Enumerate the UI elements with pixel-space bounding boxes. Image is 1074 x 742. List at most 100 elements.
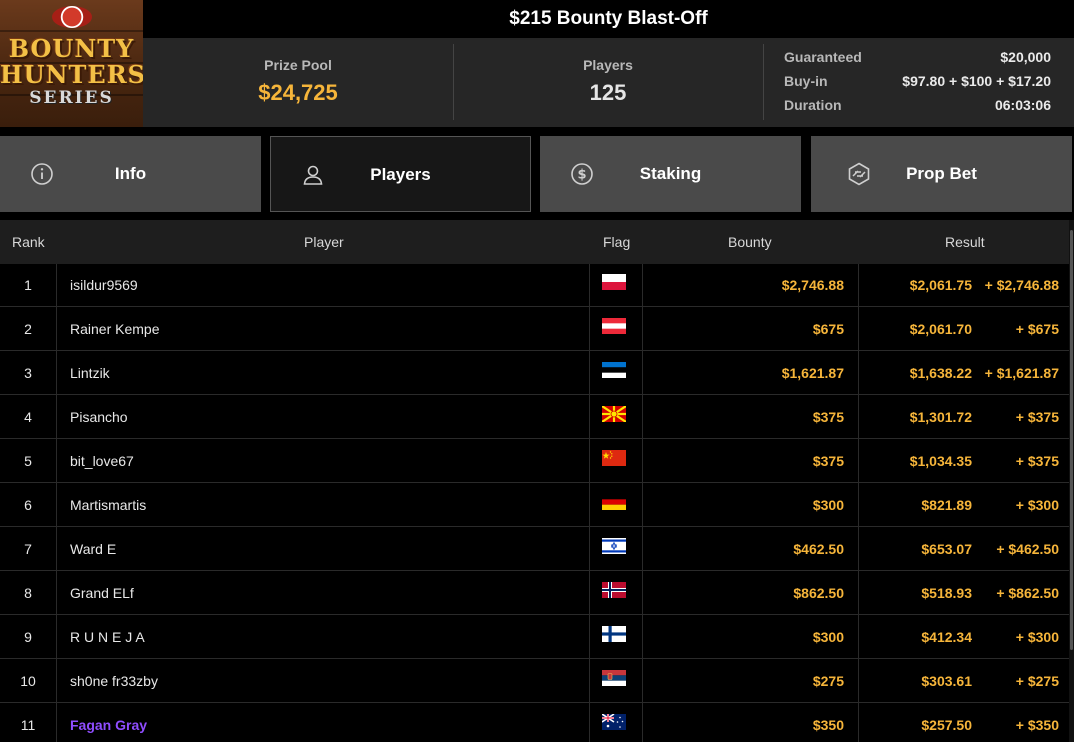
column-header-player[interactable]: Player xyxy=(304,234,344,250)
player-name[interactable]: R U N E J A xyxy=(70,616,145,659)
result-bounty: + $300 xyxy=(1015,497,1059,513)
rank-cell: 8 xyxy=(24,585,32,601)
tournament-details: Guaranteed $20,000 Buy-in $97.80 + $100 … xyxy=(763,38,1074,127)
player-name[interactable]: Lintzik xyxy=(70,352,110,395)
tab-prop-bet[interactable]: Prop Bet xyxy=(811,136,1072,212)
result-bounty: + $300 xyxy=(1015,629,1059,645)
prize-pool-value: $24,725 xyxy=(258,80,338,105)
bounty-cell: $350 xyxy=(812,717,844,733)
tab-staking[interactable]: $ Staking xyxy=(540,136,801,212)
detail-label: Buy-in xyxy=(784,73,828,89)
rank-cell: 5 xyxy=(24,453,32,469)
players-value: 125 xyxy=(589,80,627,105)
result-bounty: + $862.50 xyxy=(996,585,1059,601)
china-flag-icon xyxy=(602,450,626,466)
players-stat: Players 125 xyxy=(453,38,763,127)
detail-label: Guaranteed xyxy=(784,49,862,65)
rank-cell: 6 xyxy=(24,497,32,513)
rank-cell: 10 xyxy=(20,673,36,689)
table-row[interactable]: 7 Ward E $462.50 $653.07 + $462.50 xyxy=(0,528,1069,571)
result-bounty: + $675 xyxy=(1015,321,1059,337)
table-row[interactable]: 1 isildur9569 $2,746.88 $2,061.75 + $2,7… xyxy=(0,264,1069,307)
table-header: Rank Player Flag Bounty Result xyxy=(0,220,1069,264)
finland-flag-icon xyxy=(602,626,626,642)
column-header-rank[interactable]: Rank xyxy=(12,234,45,250)
detail-duration: Duration 06:03:06 xyxy=(784,97,1051,119)
players-table: Rank Player Flag Bounty Result 1 isildur… xyxy=(0,220,1069,742)
bounty-cell: $675 xyxy=(812,321,844,337)
result-bounty: + $462.50 xyxy=(996,541,1059,557)
result-bounty: + $375 xyxy=(1015,453,1059,469)
column-header-flag[interactable]: Flag xyxy=(603,234,630,250)
bounty-cell: $375 xyxy=(812,453,844,469)
bounty-cell: $2,746.88 xyxy=(781,277,844,293)
player-name[interactable]: Rainer Kempe xyxy=(70,308,160,351)
column-header-bounty[interactable]: Bounty xyxy=(728,234,772,250)
prize-pool-label: Prize Pool xyxy=(264,57,332,73)
detail-label: Duration xyxy=(784,97,842,113)
bounty-hunters-logo: BOUNTY HUNTERS SERIES xyxy=(0,0,143,127)
tournament-stats: Prize Pool $24,725 Players 125 Guarantee… xyxy=(143,38,1074,127)
table-row[interactable]: 8 Grand ELf $862.50 $518.93 + $862.50 xyxy=(0,572,1069,615)
rank-cell: 1 xyxy=(24,277,32,293)
rank-cell: 2 xyxy=(24,321,32,337)
tab-players[interactable]: Players xyxy=(270,136,531,212)
column-divider xyxy=(56,264,57,742)
prize-pool-stat: Prize Pool $24,725 xyxy=(143,38,453,127)
serbia-flag-icon xyxy=(602,670,626,686)
result-prize: $2,061.75 xyxy=(909,277,972,293)
logo-line-1: BOUNTY xyxy=(8,34,135,63)
table-row[interactable]: 9 R U N E J A $300 $412.34 + $300 xyxy=(0,616,1069,659)
tab-label: Players xyxy=(370,165,431,184)
player-name[interactable]: Grand ELf xyxy=(70,572,134,615)
result-prize: $303.61 xyxy=(921,673,972,689)
column-divider xyxy=(858,264,859,742)
table-row[interactable]: 3 Lintzik $1,621.87 $1,638.22 + $1,621.8… xyxy=(0,352,1069,395)
result-prize: $257.50 xyxy=(921,717,972,733)
table-scrollbar[interactable] xyxy=(1069,220,1074,742)
player-name[interactable]: Fagan Gray xyxy=(70,704,147,742)
players-label: Players xyxy=(583,57,633,73)
result-prize: $2,061.70 xyxy=(909,321,972,337)
tab-info[interactable]: Info xyxy=(0,136,261,212)
table-row[interactable]: 6 Martismartis $300 $821.89 + $300 xyxy=(0,484,1069,527)
table-row[interactable]: 10 sh0ne fr33zby $275 $303.61 + $275 xyxy=(0,660,1069,703)
bounty-cell: $462.50 xyxy=(793,541,844,557)
rank-cell: 7 xyxy=(24,541,32,557)
table-row[interactable]: 11 Fagan Gray $350 $257.50 + $350 xyxy=(0,704,1069,742)
logo-line-2: HUNTERS xyxy=(0,60,143,89)
germany-flag-icon xyxy=(602,494,626,510)
player-name[interactable]: Martismartis xyxy=(70,484,146,527)
scrollbar-thumb[interactable] xyxy=(1070,230,1073,650)
bounty-cell: $300 xyxy=(812,497,844,513)
result-prize: $653.07 xyxy=(921,541,972,557)
player-name[interactable]: sh0ne fr33zby xyxy=(70,660,158,703)
result-bounty: + $275 xyxy=(1015,673,1059,689)
player-name[interactable]: Ward E xyxy=(70,528,116,571)
column-header-result[interactable]: Result xyxy=(945,234,985,250)
poland-flag-icon xyxy=(602,274,626,290)
result-bounty: + $2,746.88 xyxy=(984,277,1059,293)
table-row[interactable]: 5 bit_love67 $375 $1,034.35 + $375 xyxy=(0,440,1069,483)
detail-value: $20,000 xyxy=(1000,49,1051,65)
bounty-cell: $1,621.87 xyxy=(781,365,844,381)
israel-flag-icon xyxy=(602,538,626,554)
bounty-cell: $275 xyxy=(812,673,844,689)
result-bounty: + $350 xyxy=(1015,717,1059,733)
result-prize: $1,638.22 xyxy=(909,365,972,381)
rank-cell: 9 xyxy=(24,629,32,645)
detail-guaranteed: Guaranteed $20,000 xyxy=(784,49,1051,71)
table-row[interactable]: 4 Pisancho $375 $1,301.72 + $375 xyxy=(0,396,1069,439)
tab-label: Info xyxy=(114,164,147,183)
player-name[interactable]: bit_love67 xyxy=(70,440,134,483)
table-row[interactable]: 2 Rainer Kempe $675 $2,061.70 + $675 xyxy=(0,308,1069,351)
result-prize: $1,034.35 xyxy=(909,453,972,469)
bounty-cell: $300 xyxy=(812,629,844,645)
poker-chip-icon xyxy=(52,6,92,28)
australia-flag-icon xyxy=(602,714,626,730)
player-name[interactable]: isildur9569 xyxy=(70,264,138,307)
estonia-flag-icon xyxy=(602,362,626,378)
player-name[interactable]: Pisancho xyxy=(70,396,128,439)
bounty-cell: $375 xyxy=(812,409,844,425)
tab-label: Staking xyxy=(639,164,702,183)
